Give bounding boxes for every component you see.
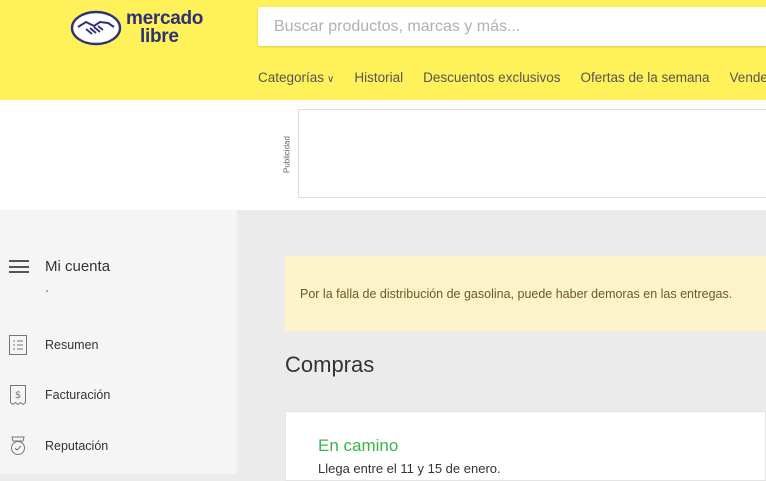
sidebar-header[interactable]: Mi cuenta xyxy=(9,258,110,275)
badge-icon xyxy=(9,436,27,456)
page-title: Compras xyxy=(285,352,375,377)
nav-vender[interactable]: Vender xyxy=(730,70,766,85)
sidebar-item-resumen[interactable]: Resumen xyxy=(9,335,99,355)
ad-label: Publicidad xyxy=(282,136,292,174)
hamburger-menu-icon[interactable] xyxy=(9,260,29,273)
logo-line2: libre xyxy=(140,26,179,47)
chevron-down-icon: ∨ xyxy=(327,74,335,85)
sidebar-item-reputacion[interactable]: Reputación xyxy=(9,436,108,456)
sidebar-dot xyxy=(46,290,48,292)
shipping-delay-notice: Por la falla de distribución de gasolina… xyxy=(285,256,766,331)
top-nav: Categorías ∨ Historial Descuentos exclusi… xyxy=(258,70,766,85)
list-icon xyxy=(9,335,27,355)
sidebar: Mi cuenta Resumen $ Facturación Reputaci… xyxy=(0,210,237,474)
search-input[interactable] xyxy=(272,16,756,37)
handshake-logo-icon xyxy=(70,10,122,46)
sidebar-item-facturacion[interactable]: $ Facturación xyxy=(9,385,110,405)
ad-banner[interactable] xyxy=(298,109,766,198)
top-header: mercado libre Categorías∨ Historial Desc… xyxy=(0,0,766,100)
mercadolibre-logo[interactable]: mercado libre xyxy=(70,8,220,48)
sidebar-item-label: Facturación xyxy=(45,388,111,402)
sidebar-item-label: Reputación xyxy=(45,439,109,453)
purchase-status: En camino xyxy=(318,436,399,455)
nav-historial[interactable]: Historial xyxy=(354,70,403,85)
invoice-icon: $ xyxy=(9,385,27,405)
svg-text:$: $ xyxy=(15,390,21,401)
purchase-card[interactable]: En camino Llega entre el 11 y 15 de ener… xyxy=(285,411,766,481)
nav-descuentos[interactable]: Descuentos exclusivos xyxy=(423,70,560,85)
notice-text: Por la falla de distribución de gasolina… xyxy=(300,286,733,301)
nav-categorias-label: Categorías xyxy=(258,70,325,85)
nav-categorias[interactable]: Categorías ∨ xyxy=(258,70,334,85)
logo-text: mercado libre xyxy=(126,9,203,47)
sidebar-item-label: Resumen xyxy=(45,338,99,352)
search-box[interactable] xyxy=(258,7,766,46)
nav-ofertas[interactable]: Ofertas de la semana xyxy=(580,70,709,85)
sidebar-title: Mi cuenta xyxy=(45,258,111,275)
